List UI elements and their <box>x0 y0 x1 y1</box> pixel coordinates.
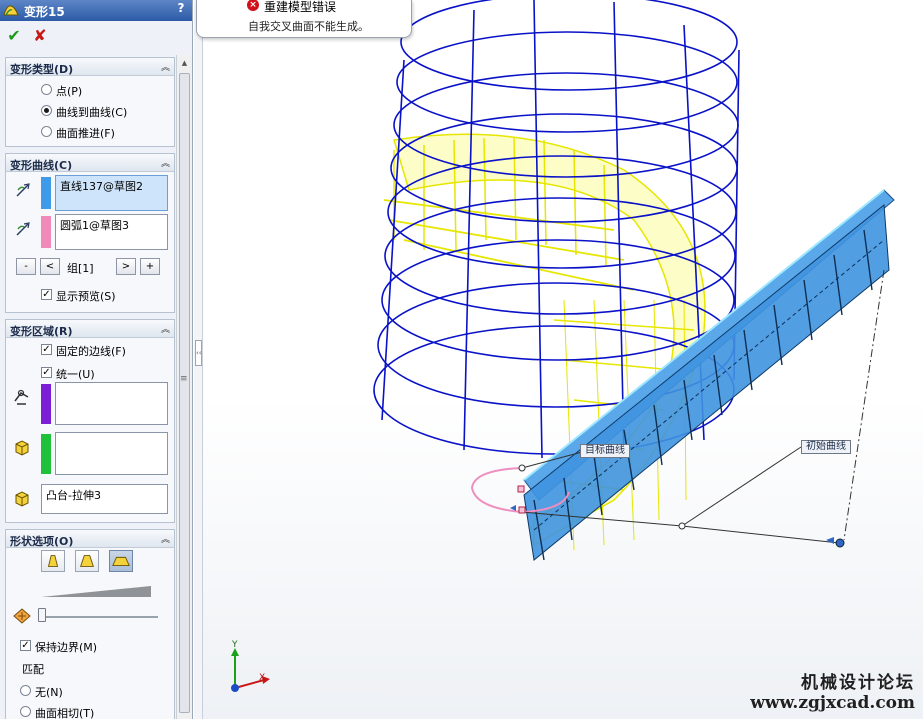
coordinate-triad <box>231 648 270 692</box>
deform-feature-icon <box>3 5 19 16</box>
deform-type-header[interactable]: 变形类型(D) ︽ <box>6 58 174 76</box>
error-icon: × <box>247 0 259 11</box>
radio-curve-to-curve-label: 曲线到曲线(C) <box>56 106 128 119</box>
next-group-button[interactable]: > <box>116 258 136 275</box>
panel-scrollbar[interactable]: ▲ <box>176 55 192 719</box>
keep-boundary-label: 保持边界(M) <box>35 641 98 654</box>
model-view[interactable] <box>194 0 923 719</box>
uniform-label: 统一(U) <box>56 368 95 381</box>
radio-match-none-label: 无(N) <box>35 686 63 699</box>
stiffness-min-button[interactable] <box>41 550 65 572</box>
radio-surface-push-circle[interactable] <box>41 126 52 137</box>
scrollbar-thumb[interactable] <box>179 73 190 713</box>
radio-curve-to-curve-circle[interactable] <box>41 105 52 116</box>
radio-point-circle[interactable] <box>41 84 52 95</box>
panel-scroll-area: 变形类型(D) ︽ 点(P) 曲线到曲线(C) 曲面推进(F) 变形曲线(C) … <box>0 55 175 719</box>
scroll-up-icon[interactable]: ▲ <box>177 55 192 71</box>
stiffness-mid-icon <box>80 555 94 567</box>
error-message: 自我交叉曲面不能生成。 <box>248 20 369 33</box>
ok-cancel-bar: ✔ ✘ <box>0 21 192 55</box>
prev-group-button[interactable]: < <box>40 258 60 275</box>
group-label: 组[1] <box>67 262 94 275</box>
show-preview-label: 显示预览(S) <box>56 290 116 303</box>
fixed-edges-selection[interactable] <box>55 382 168 425</box>
deform-curves-group: 变形曲线(C) ︽ 直线137@草图2 圆弧1@草图3 - < 组[1] > + <box>5 153 175 313</box>
watermark-url: www.zgjxcad.com <box>750 693 915 713</box>
deform-curves-title: 变形曲线(C) <box>10 159 73 172</box>
shape-accuracy-slider[interactable] <box>38 616 158 618</box>
body-icon <box>15 491 29 507</box>
body-selection[interactable]: 凸台-拉伸3 <box>41 484 168 514</box>
ok-button[interactable]: ✔ <box>4 26 24 46</box>
target-curve-swatch <box>41 216 51 248</box>
target-curve-icon <box>16 222 30 236</box>
deform-type-title: 变形类型(D) <box>10 63 74 76</box>
extra-faces-swatch <box>41 434 51 474</box>
add-group-button[interactable]: + <box>140 258 160 275</box>
match-label: 匹配 <box>22 663 44 676</box>
fixed-edges-swatch <box>41 384 51 424</box>
property-manager: 变形15 ? ✔ ✘ 变形类型(D) ︽ 点(P) 曲线到曲线(C) 曲面推进(… <box>0 0 193 719</box>
uniform-check[interactable]: ✓ <box>41 367 52 378</box>
graphics-area[interactable]: ‹‹ Y X 目标曲线 初始曲线 机械设计论坛 www.zgjxcad.com <box>194 0 923 719</box>
deform-region-title: 变形区域(R) <box>10 325 73 338</box>
stiffness-min-icon <box>47 555 59 567</box>
triad-x-label: X <box>259 673 266 683</box>
target-curve-selection[interactable]: 圆弧1@草图3 <box>55 214 168 250</box>
help-button[interactable]: ? <box>173 1 189 17</box>
target-curve-callout[interactable]: 目标曲线 <box>580 444 630 458</box>
collapse-icon[interactable]: ︽ <box>161 156 170 169</box>
precision-wedge <box>41 586 151 597</box>
deform-curves-header[interactable]: 变形曲线(C) ︽ <box>6 154 174 172</box>
stiffness-max-icon <box>112 556 130 566</box>
fixed-edges-check[interactable]: ✓ <box>41 344 52 355</box>
rebuild-error-popup[interactable]: × 重建模型错误 自我交叉曲面不能生成。 <box>196 0 412 38</box>
initial-curve-callout[interactable]: 初始曲线 <box>801 440 851 454</box>
radio-match-none-circle[interactable] <box>20 685 31 696</box>
fixed-edges-label: 固定的边线(F) <box>56 345 126 358</box>
watermark-title: 机械设计论坛 <box>801 673 915 693</box>
remove-group-button[interactable]: - <box>16 258 36 275</box>
deform-type-group: 变形类型(D) ︽ 点(P) 曲线到曲线(C) 曲面推进(F) <box>5 57 175 147</box>
collapse-icon[interactable]: ︽ <box>161 322 170 335</box>
initial-curve-selection[interactable]: 直线137@草图2 <box>55 175 168 211</box>
shape-options-title: 形状选项(O) <box>10 535 74 548</box>
stiffness-max-button[interactable] <box>109 550 133 572</box>
deform-region-group: 变形区域(R) ︽ ✓ 固定的边线(F) ✓ 统一(U) 凸台-拉伸3 <box>5 319 175 523</box>
radio-match-tangent-circle[interactable] <box>20 706 31 717</box>
shape-options-header[interactable]: 形状选项(O) ︽ <box>6 530 174 548</box>
panel-titlebar: 变形15 ? <box>0 0 192 21</box>
deform-region-header[interactable]: 变形区域(R) ︽ <box>6 320 174 338</box>
stiffness-mid-button[interactable] <box>75 550 99 572</box>
shape-accuracy-slider-thumb[interactable] <box>38 608 46 622</box>
collapse-icon[interactable]: ︽ <box>161 532 170 545</box>
panel-title: 变形15 <box>24 5 65 19</box>
collapse-icon[interactable]: ︽ <box>161 60 170 73</box>
initial-curve-swatch <box>41 177 51 209</box>
shape-options-group: 形状选项(O) ︽ ✓ 保持边界(M) 匹配 无(N) 曲面相切(T) <box>5 529 175 719</box>
deformed-stair-body <box>523 189 895 561</box>
watermark: 机械设计论坛 www.zgjxcad.com <box>750 668 915 713</box>
radio-point-label: 点(P) <box>56 85 83 98</box>
radio-match-tangent-label: 曲面相切(T) <box>35 707 95 719</box>
fixed-edges-icon <box>14 389 29 405</box>
cancel-button[interactable]: ✘ <box>30 26 50 46</box>
extra-faces-icon <box>15 440 29 456</box>
radio-surface-push-label: 曲面推进(F) <box>56 127 115 140</box>
extra-faces-selection[interactable] <box>55 432 168 475</box>
initial-curve-icon <box>16 183 30 197</box>
error-title: 重建模型错误 <box>264 0 337 14</box>
triad-y-label: Y <box>232 640 238 650</box>
show-preview-check[interactable]: ✓ <box>41 289 52 300</box>
shape-accuracy-icon <box>13 608 31 624</box>
keep-boundary-check[interactable]: ✓ <box>20 640 31 651</box>
scrollbar-grip-icon: ≡ <box>180 374 188 384</box>
